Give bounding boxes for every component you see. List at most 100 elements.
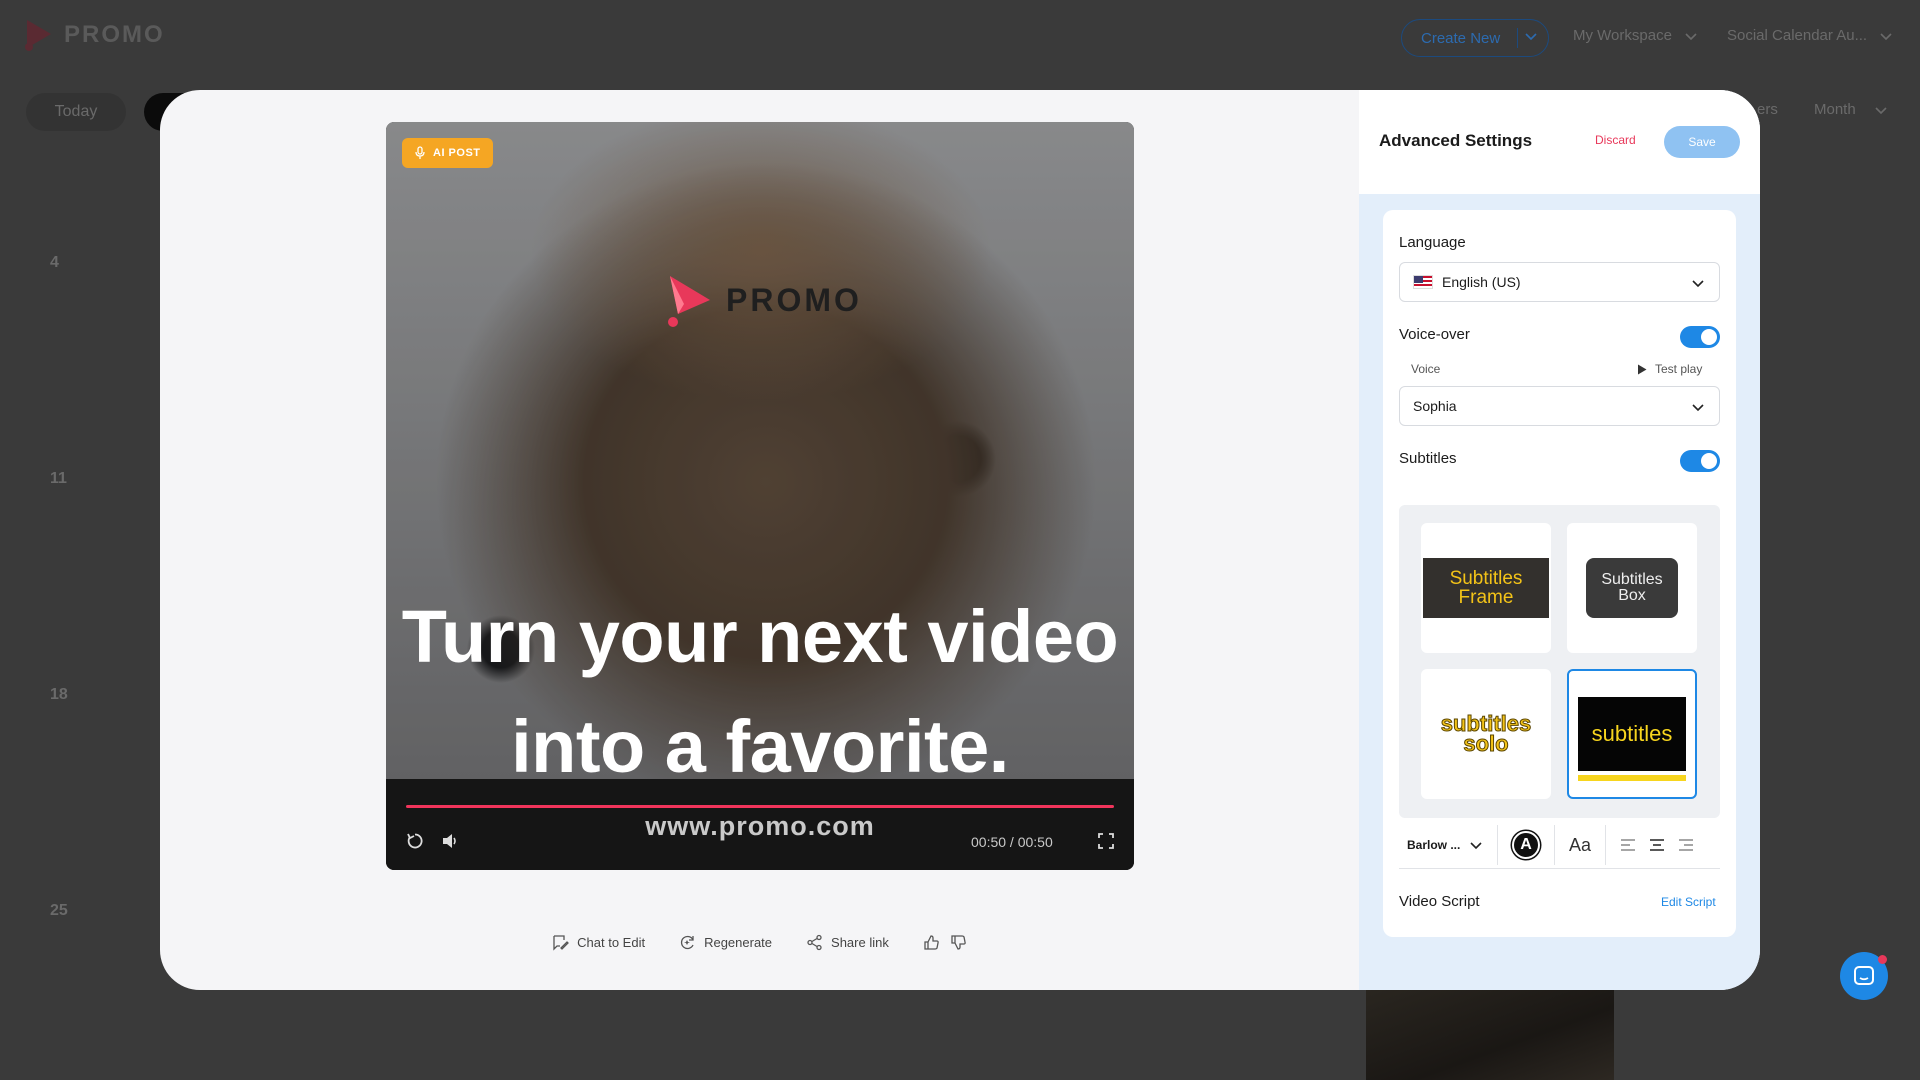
subtitle-style-picker: Subtitles Frame Subtitles Box subtitles … [1399,505,1720,818]
thumbs-down-icon[interactable] [950,934,967,951]
calendar-day: 4 [50,254,59,271]
preview-area: AI POST PROMO Turn your next video into … [160,90,1359,990]
font-name: Barlow ... [1407,838,1461,852]
video-script-label: Video Script [1399,893,1480,910]
support-chat-button[interactable] [1840,952,1888,1000]
share-link-label: Share link [831,935,889,950]
text-case-button[interactable]: Aa [1569,835,1591,856]
notification-dot [1878,955,1887,964]
video-brand-logo: PROMO [664,272,862,328]
align-center-icon[interactable] [1649,838,1665,852]
language-select[interactable]: English (US) [1399,262,1720,302]
app-logo[interactable]: PROMO [24,18,165,52]
regenerate-button[interactable]: Regenerate [679,934,772,951]
ai-post-label: AI POST [433,147,481,159]
chevron-down-icon [1692,280,1704,288]
caption-line: Turn your next video [401,595,1119,678]
ai-post-badge: AI POST [402,138,493,168]
share-link-button[interactable]: Share link [806,934,889,951]
calendar-menu[interactable]: Social Calendar Au... [1727,27,1893,44]
language-label: Language [1399,234,1466,251]
divider [1399,868,1720,869]
style-preview-solo: subtitles solo [1440,712,1531,756]
test-play-button[interactable]: Test play [1637,362,1702,376]
subtitle-style-box[interactable]: Subtitles Box [1567,523,1697,653]
subtitle-format-bar: Barlow ... A Aa [1399,822,1720,868]
fullscreen-icon[interactable] [1096,831,1116,851]
calendar-post-thumbnail[interactable] [1366,988,1614,1080]
subtitle-style-selected[interactable]: subtitles [1567,669,1697,799]
settings-card: Language English (US) Voice-over Voice T… [1383,210,1736,937]
chevron-down-icon [1875,106,1887,114]
us-flag-icon [1413,275,1433,289]
video-player[interactable]: AI POST PROMO Turn your next video into … [386,122,1134,870]
divider [1605,825,1607,865]
font-family-select[interactable]: Barlow ... [1399,838,1469,852]
style-text: Subtitles [1449,568,1523,589]
chat-icon [1854,966,1874,985]
thumbs-up-icon[interactable] [923,934,940,951]
calendar-label: Social Calendar Au... [1727,27,1868,44]
settings-header: Advanced Settings Discard Save [1359,90,1760,194]
test-play-label: Test play [1655,362,1703,376]
subtitles-toggle[interactable] [1680,450,1720,472]
regenerate-icon [680,935,694,950]
style-text: subtitles [1591,721,1673,746]
subtitles-label: Subtitles [1399,450,1457,467]
progress-bar[interactable] [406,805,1114,808]
month-selector[interactable]: Month [1814,101,1888,118]
video-controls: www.promo.com 00:50 / 00:50 [386,779,1134,870]
workspace-menu[interactable]: My Workspace [1573,27,1698,44]
style-preview-box: Subtitles Box [1586,558,1678,618]
style-text: Box [1618,587,1646,604]
chat-to-edit-button[interactable]: Chat to Edit [552,934,645,951]
video-time: 00:50 / 00:50 [971,834,1053,850]
divider [1497,825,1498,865]
volume-icon[interactable] [440,831,460,851]
promo-logo-icon [668,276,710,327]
chevron-down-icon [1880,32,1892,40]
align-right-icon[interactable] [1678,838,1694,852]
app-header: PROMO Create New My Workspace Social Cal… [0,0,1920,74]
replay-icon[interactable] [405,831,425,851]
voiceover-toggle[interactable] [1680,326,1720,348]
month-label: Month [1814,101,1856,118]
promo-logo-icon [25,20,51,51]
chat-to-edit-label: Chat to Edit [577,935,646,950]
feedback-buttons [923,934,967,951]
subtitle-style-frame[interactable]: Subtitles Frame [1421,523,1551,653]
today-button[interactable]: Today [26,93,126,131]
regenerate-label: Regenerate [704,935,773,950]
style-text: solo [1463,731,1509,756]
discard-button[interactable]: Discard [1595,133,1636,147]
create-new-button[interactable]: Create New [1401,19,1549,57]
chevron-down-icon [1692,404,1704,412]
chevron-down-icon[interactable] [1469,838,1483,852]
style-preview-frame: Subtitles Frame [1423,558,1549,618]
style-text: Frame [1458,587,1514,608]
save-button[interactable]: Save [1664,126,1740,158]
video-logo-text: PROMO [726,281,862,318]
calendar-day: 11 [50,470,67,487]
voice-select[interactable]: Sophia [1399,386,1720,426]
style-text: Subtitles [1601,571,1663,588]
chevron-down-icon [1685,32,1697,40]
app-logo-text: PROMO [64,21,165,48]
edit-script-button[interactable]: Edit Script [1661,895,1716,909]
calendar-day: 18 [50,686,68,703]
subtitle-style-solo[interactable]: subtitles solo [1421,669,1551,799]
workspace-label: My Workspace [1573,27,1672,44]
divider [1554,825,1555,865]
language-value: English (US) [1442,274,1521,290]
chat-edit-icon [553,935,570,951]
create-new-label: Create New [1421,29,1501,47]
post-actions: Chat to Edit Regenerate Share link [160,934,1359,951]
voice-value: Sophia [1413,398,1457,414]
calendar-day: 25 [50,902,68,919]
video-caption: Turn your next video into a favorite. [386,582,1134,802]
align-left-icon[interactable] [1620,838,1636,852]
text-color-button[interactable]: A [1512,831,1540,859]
filters-button[interactable]: ers [1757,101,1778,118]
settings-title: Advanced Settings [1379,131,1533,150]
voiceover-label: Voice-over [1399,326,1470,343]
